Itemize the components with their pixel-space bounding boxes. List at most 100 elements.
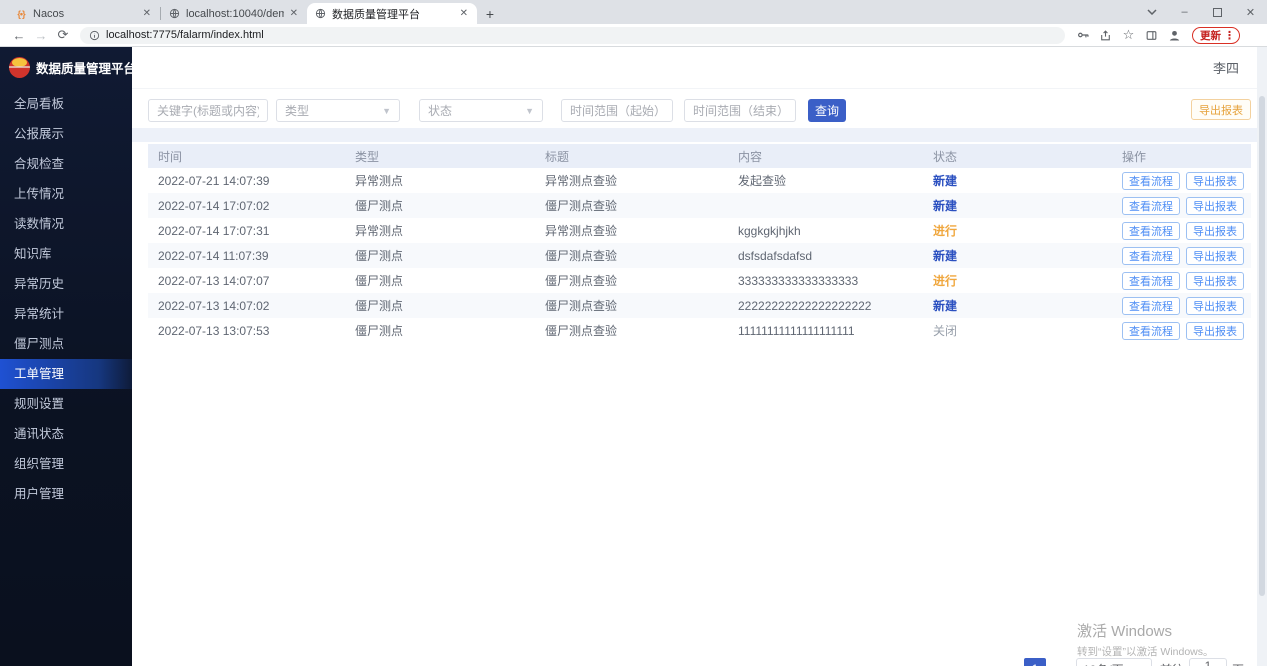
export-report-button[interactable]: 导出报表 — [1186, 297, 1244, 315]
cell-status: 新建 — [923, 297, 1112, 314]
bookmark-star-icon[interactable]: ☆ — [1117, 27, 1140, 43]
type-select-placeholder: 类型 — [285, 102, 309, 119]
main-header: 李四 — [132, 47, 1267, 89]
date-start-input[interactable] — [561, 99, 673, 122]
page-size-select[interactable]: 10条/页 ▼ — [1076, 658, 1152, 666]
jump-label: 前往 — [1160, 661, 1184, 666]
view-flow-button[interactable]: 查看流程 — [1122, 272, 1180, 290]
cell-content: 11111111111111111111 — [728, 324, 923, 338]
sidebar-item-8[interactable]: 僵尸测点 — [0, 329, 132, 359]
export-report-button[interactable]: 导出报表 — [1186, 222, 1244, 240]
search-button[interactable]: 查询 — [808, 99, 846, 122]
tab-close-icon[interactable]: ✕ — [288, 8, 300, 19]
status-badge: 新建 — [933, 199, 957, 213]
cell-type: 僵尸测点 — [345, 322, 535, 339]
cell-time: 2022-07-14 17:07:02 — [148, 199, 345, 213]
refresh-icon[interactable]: ⟳ — [52, 27, 74, 43]
sidebar-item-10[interactable]: 规则设置 — [0, 389, 132, 419]
prev-page-icon[interactable]: ‹ — [1002, 658, 1022, 666]
cell-title: 异常测点查验 — [535, 222, 728, 239]
sidebar-item-0[interactable]: 全局看板 — [0, 89, 132, 119]
cell-type: 异常测点 — [345, 222, 535, 239]
forward-icon[interactable]: → — [30, 28, 52, 43]
tab-localhost-demo[interactable]: localhost:10040/demo/psjdbc ✕ — [161, 3, 307, 24]
sidebar-item-7[interactable]: 异常统计 — [0, 299, 132, 329]
chevron-down-icon: ▼ — [525, 106, 534, 116]
page-scrollbar[interactable] — [1257, 47, 1267, 666]
view-flow-button[interactable]: 查看流程 — [1122, 247, 1180, 265]
current-user[interactable]: 李四 — [1213, 58, 1239, 77]
tab-nacos[interactable]: {•} Nacos ✕ — [8, 3, 160, 24]
keyword-input[interactable] — [148, 99, 268, 122]
url-box[interactable]: localhost:7775/falarm/index.html — [80, 27, 1065, 44]
close-button[interactable]: ✕ — [1234, 0, 1267, 24]
cell-time: 2022-07-13 14:07:02 — [148, 299, 345, 313]
status-badge: 关闭 — [933, 324, 957, 338]
brand-name: 数据质量管理平台 — [36, 58, 136, 77]
sidebar-item-2[interactable]: 合规检查 — [0, 149, 132, 179]
chevron-down-icon[interactable] — [1135, 0, 1168, 24]
type-select[interactable]: 类型 ▼ — [276, 99, 400, 122]
export-report-button[interactable]: 导出报表 — [1186, 172, 1244, 190]
status-select[interactable]: 状态 ▼ — [419, 99, 543, 122]
sidebar-item-9[interactable]: 工单管理 — [0, 359, 132, 389]
table-row: 2022-07-13 14:07:07僵尸测点僵尸测点查验33333333333… — [148, 268, 1251, 293]
date-end-input[interactable] — [684, 99, 796, 122]
sidebar-item-4[interactable]: 读数情况 — [0, 209, 132, 239]
profile-avatar-icon[interactable] — [1163, 28, 1186, 43]
cell-title: 异常测点查验 — [535, 172, 728, 189]
kebab-menu-icon[interactable]: ⋮ — [1224, 29, 1235, 42]
view-flow-button[interactable]: 查看流程 — [1122, 172, 1180, 190]
view-flow-button[interactable]: 查看流程 — [1122, 297, 1180, 315]
sidebar-item-3[interactable]: 上传情况 — [0, 179, 132, 209]
filter-bar: 类型 ▼ 状态 ▼ 查询 — [148, 99, 1267, 122]
chrome-update-button[interactable]: 更新 ⋮ — [1192, 27, 1240, 44]
view-flow-button[interactable]: 查看流程 — [1122, 197, 1180, 215]
cell-actions: 查看流程导出报表 — [1112, 197, 1251, 215]
export-report-button[interactable]: 导出报表 — [1186, 197, 1244, 215]
status-badge: 进行 — [933, 274, 957, 288]
cell-title: 僵尸测点查验 — [535, 247, 728, 264]
info-icon[interactable] — [89, 30, 100, 41]
table-row: 2022-07-14 11:07:39僵尸测点僵尸测点查验dsfsdafsdaf… — [148, 243, 1251, 268]
cell-actions: 查看流程导出报表 — [1112, 247, 1251, 265]
maximize-button[interactable] — [1201, 0, 1234, 24]
cell-title: 僵尸测点查验 — [535, 197, 728, 214]
window-controls: – ✕ — [1135, 0, 1267, 24]
side-panel-icon[interactable] — [1140, 29, 1163, 42]
sidebar-item-5[interactable]: 知识库 — [0, 239, 132, 269]
work-order-table: 时间 类型 标题 内容 状态 操作 2022-07-21 14:07:39异常测… — [148, 144, 1251, 343]
cell-actions: 查看流程导出报表 — [1112, 322, 1251, 340]
jump-input[interactable]: 1 — [1189, 658, 1227, 666]
export-report-top-button[interactable]: 导出报表 — [1191, 99, 1251, 120]
tab-close-icon[interactable]: ✕ — [141, 8, 153, 19]
sidebar-item-6[interactable]: 异常历史 — [0, 269, 132, 299]
brand-logo-icon — [9, 57, 30, 78]
tab-close-icon[interactable]: ✕ — [458, 8, 470, 19]
column-title: 标题 — [535, 148, 728, 165]
export-report-button[interactable]: 导出报表 — [1186, 322, 1244, 340]
export-report-button[interactable]: 导出报表 — [1186, 272, 1244, 290]
next-page-icon[interactable]: › — [1048, 658, 1068, 666]
tab-data-quality-platform[interactable]: 数据质量管理平台 ✕ — [307, 3, 477, 24]
page-number-active[interactable]: 1 — [1024, 658, 1046, 666]
new-tab-button[interactable]: + — [477, 3, 503, 24]
sidebar-item-13[interactable]: 用户管理 — [0, 479, 132, 509]
scrollbar-thumb[interactable] — [1259, 96, 1265, 596]
cell-title: 僵尸测点查验 — [535, 272, 728, 289]
cell-time: 2022-07-13 13:07:53 — [148, 324, 345, 338]
cell-type: 僵尸测点 — [345, 272, 535, 289]
key-icon[interactable] — [1071, 28, 1094, 42]
cell-time: 2022-07-13 14:07:07 — [148, 274, 345, 288]
sidebar-item-11[interactable]: 通讯状态 — [0, 419, 132, 449]
view-flow-button[interactable]: 查看流程 — [1122, 322, 1180, 340]
view-flow-button[interactable]: 查看流程 — [1122, 222, 1180, 240]
sidebar-item-12[interactable]: 组织管理 — [0, 449, 132, 479]
export-report-button[interactable]: 导出报表 — [1186, 247, 1244, 265]
back-icon[interactable]: ← — [8, 28, 30, 43]
sidebar-item-1[interactable]: 公报展示 — [0, 119, 132, 149]
cell-content: 发起查验 — [728, 172, 923, 189]
minimize-button[interactable]: – — [1168, 0, 1201, 24]
cell-status: 新建 — [923, 197, 1112, 214]
share-icon[interactable] — [1094, 29, 1117, 42]
